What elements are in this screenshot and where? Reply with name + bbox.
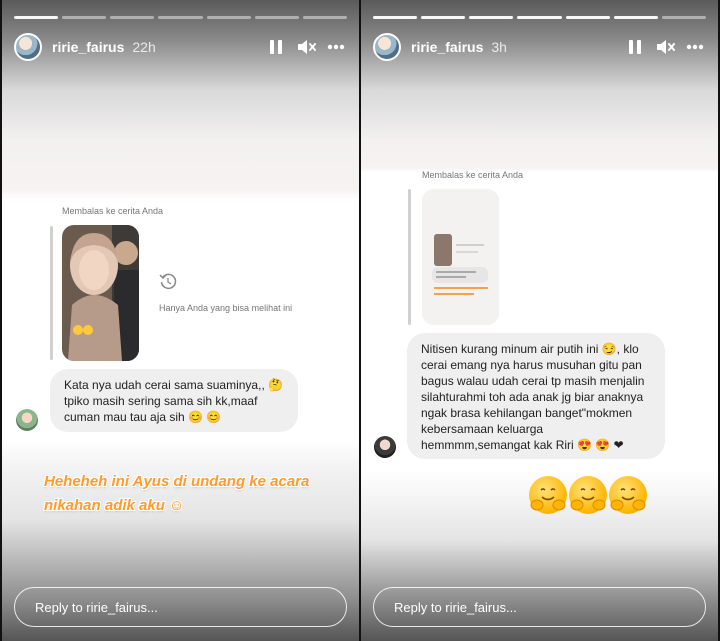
story-caption: Heheheh ini Ayus di undang ke acara nika… — [44, 473, 310, 514]
more-icon[interactable] — [325, 36, 347, 58]
mute-icon[interactable] — [295, 36, 317, 58]
progress-segment — [14, 16, 59, 19]
username[interactable]: ririe_fairus — [411, 39, 483, 55]
more-icon[interactable] — [684, 36, 706, 58]
progress-segment — [661, 16, 706, 19]
story-thumbnail[interactable] — [422, 189, 499, 325]
quote-bar — [408, 189, 411, 325]
progress-bar — [14, 16, 347, 19]
story-header: ririe_fairus 22h — [14, 32, 347, 62]
progress-segment — [613, 16, 658, 19]
mute-icon[interactable] — [654, 36, 676, 58]
progress-segment — [254, 16, 299, 19]
avatar[interactable] — [373, 33, 401, 61]
sender-avatar — [374, 436, 396, 458]
progress-segment — [517, 16, 562, 19]
progress-segment — [373, 16, 418, 19]
reply-placeholder: Reply to ririe_fairus... — [35, 599, 158, 615]
message-bubble: Nitisen kurang minum air putih ini 😏, kl… — [407, 333, 665, 459]
hugging-face-icon — [569, 476, 607, 514]
hugging-face-icon — [609, 476, 647, 514]
pause-icon[interactable] — [624, 36, 646, 58]
story-panel-left: ririe_fairus 22h Membalas ke cerita Anda — [2, 0, 359, 641]
progress-segment — [158, 16, 203, 19]
story-panel-right: ririe_fairus 3h Membalas ke cerita Anda … — [361, 0, 718, 641]
progress-bar — [373, 16, 706, 19]
story-header: ririe_fairus 3h — [373, 32, 706, 62]
post-time: 22h — [132, 39, 156, 55]
reply-label: Membalas ke cerita Anda — [422, 170, 524, 180]
reply-input[interactable]: Reply to ririe_fairus... — [373, 587, 706, 627]
avatar[interactable] — [14, 33, 42, 61]
story-thumbnail[interactable] — [62, 225, 139, 361]
only-you-note: Hanya Anda yang bisa melihat ini — [159, 303, 293, 313]
reply-label: Membalas ke cerita Anda — [62, 206, 164, 216]
post-time: 3h — [491, 39, 507, 55]
progress-segment — [421, 16, 466, 19]
reply-placeholder: Reply to ririe_fairus... — [394, 599, 517, 615]
progress-segment — [469, 16, 514, 19]
reply-input[interactable]: Reply to ririe_fairus... — [14, 587, 347, 627]
message-bubble: Kata nya udah cerai sama suaminya,, 🤔 tp… — [50, 369, 298, 432]
username[interactable]: ririe_fairus — [52, 39, 124, 55]
hug-emoji-group — [529, 476, 647, 514]
progress-segment — [110, 16, 155, 19]
progress-segment — [206, 16, 251, 19]
progress-segment — [302, 16, 347, 19]
pause-icon[interactable] — [265, 36, 287, 58]
replay-icon[interactable] — [159, 272, 177, 295]
progress-segment — [565, 16, 610, 19]
quote-bar — [50, 226, 53, 360]
sender-avatar — [16, 409, 38, 431]
hugging-face-icon — [529, 476, 567, 514]
progress-segment — [62, 16, 107, 19]
